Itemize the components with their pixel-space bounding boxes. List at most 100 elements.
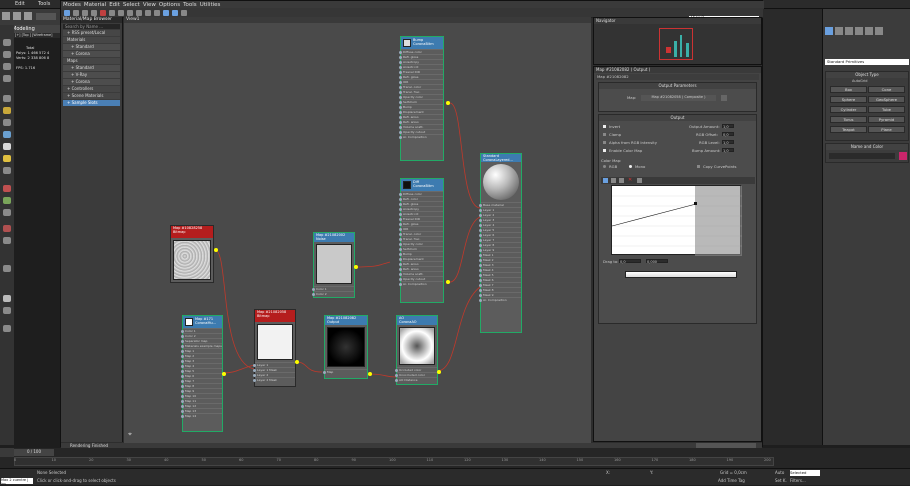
node-slot[interactable]: Map xyxy=(323,369,367,374)
create-tab-icon[interactable] xyxy=(825,27,833,35)
layout-icon[interactable] xyxy=(145,10,151,16)
show-background-icon[interactable] xyxy=(136,10,142,16)
key-set-dropdown[interactable]: Selected xyxy=(790,470,820,476)
navigator-frame[interactable] xyxy=(659,28,693,60)
particle-icon[interactable] xyxy=(3,167,11,174)
viewport-label[interactable]: [+] [Top ] [Wireframe] xyxy=(14,33,60,38)
plant-icon[interactable] xyxy=(3,197,11,204)
put-material-icon[interactable] xyxy=(82,10,88,16)
curve-line[interactable] xyxy=(611,203,697,227)
bump-amount-spinner[interactable]: 1,0 xyxy=(722,148,734,153)
rollout-output-title[interactable]: Output xyxy=(599,115,756,121)
delete-point-icon[interactable]: ✕ xyxy=(628,177,632,183)
key-filters-button[interactable]: Filters... xyxy=(790,478,806,483)
display-tab-icon[interactable] xyxy=(865,27,873,35)
sphere2-icon[interactable] xyxy=(3,295,11,302)
utilities-tab-icon[interactable] xyxy=(875,27,883,35)
alpha-rgb-checkbox[interactable] xyxy=(603,141,606,144)
browser-group[interactable]: Maps xyxy=(63,58,120,64)
assign-material-icon[interactable] xyxy=(91,10,97,16)
clamp-checkbox[interactable] xyxy=(603,133,606,136)
drag-to-x[interactable]: 0,0 xyxy=(619,259,641,264)
object-type-button[interactable]: Sphere xyxy=(830,96,867,103)
unlink-icon[interactable] xyxy=(13,12,21,20)
browser-group[interactable]: + Sample Slots xyxy=(63,100,120,106)
color-map-graph[interactable] xyxy=(611,185,742,256)
add-point-icon[interactable] xyxy=(619,178,624,183)
rotate-icon[interactable] xyxy=(3,63,11,70)
layout-children-icon[interactable] xyxy=(154,10,160,16)
node-bitmap2-output[interactable] xyxy=(295,360,299,364)
node-output-output[interactable] xyxy=(368,372,372,376)
object-name-field[interactable] xyxy=(829,153,895,159)
pick-material-icon[interactable] xyxy=(73,10,79,16)
object-type-button[interactable]: Cone xyxy=(868,86,905,93)
misc-icon[interactable] xyxy=(3,209,11,216)
object-color-swatch[interactable] xyxy=(899,152,907,160)
motion-tab-icon[interactable] xyxy=(855,27,863,35)
browser-group[interactable]: Materials xyxy=(63,37,120,43)
node-slot[interactable]: AO Distance xyxy=(395,377,437,382)
modify-tab-icon[interactable] xyxy=(835,27,843,35)
rollout-output-parameters-title[interactable]: Output Parameters xyxy=(599,83,756,89)
node-standard[interactable]: Standard CoronaLayered... Base material La… xyxy=(479,153,522,333)
select-tool-icon[interactable] xyxy=(64,10,70,16)
hierarchy-tab-icon[interactable] xyxy=(845,27,853,35)
node-slot[interactable]: Layer 2 Mask xyxy=(253,377,295,382)
menu-edit[interactable]: Edit xyxy=(109,2,120,8)
browser-group[interactable]: + Corona xyxy=(63,51,120,57)
node-output[interactable]: Map #21082082 Output Map xyxy=(323,315,368,379)
tab-modeling[interactable]: Modeling xyxy=(12,26,35,32)
menu-material[interactable]: Material xyxy=(84,2,106,8)
rgb-offset-spinner[interactable]: 0,0 xyxy=(722,132,734,137)
node-diff-output[interactable] xyxy=(446,280,450,284)
camera-icon[interactable] xyxy=(3,95,11,102)
node-diff[interactable]: Diff CoronaBitm Diffuse color Refl. color R… xyxy=(399,178,444,303)
object-type-button[interactable]: Teapot xyxy=(830,126,867,133)
node-bitmap2[interactable]: Map #21082058 Bitmap Layer 1 Layer 1 Mask L… xyxy=(253,309,296,387)
scale-point-icon[interactable] xyxy=(611,178,616,183)
render-icon[interactable] xyxy=(3,185,11,192)
grid-nav-icon[interactable]: ⌖ xyxy=(128,430,137,439)
node-bitmap1[interactable]: Map #10828258 Bitmap xyxy=(170,225,214,283)
param-map-name[interactable]: Map #21082082 xyxy=(596,74,759,80)
browser-group[interactable]: + Standard xyxy=(63,65,120,71)
link-icon[interactable] xyxy=(2,12,10,20)
scale-icon[interactable] xyxy=(3,75,11,82)
bind-icon[interactable] xyxy=(24,12,32,20)
mono-radio[interactable] xyxy=(629,165,632,168)
selection-filter[interactable] xyxy=(36,13,56,20)
auto-key-button[interactable]: Auto xyxy=(775,470,784,475)
node-noise-output[interactable] xyxy=(354,265,358,269)
move-children-icon[interactable] xyxy=(109,10,115,16)
node-ao-output[interactable] xyxy=(437,370,441,374)
curve-point[interactable] xyxy=(694,202,697,205)
layer-explorer-icon[interactable] xyxy=(0,448,14,457)
map-pick-icon[interactable] xyxy=(721,95,727,101)
node-mixmap-output[interactable] xyxy=(222,372,226,376)
move-point-icon[interactable] xyxy=(603,178,608,183)
menu-select[interactable]: Select xyxy=(123,2,140,8)
maxscript-listener[interactable]: Max 2 cuentre | ins xyxy=(1,478,33,486)
node-slot[interactable]: Map 14 xyxy=(181,413,222,418)
move-icon[interactable] xyxy=(3,51,11,58)
frame-slider[interactable]: 0 / 100 xyxy=(14,449,54,456)
name-color-title[interactable]: Name and Color xyxy=(826,144,908,150)
rgb-radio[interactable] xyxy=(603,165,606,168)
output-amount-spinner[interactable]: 1,0 xyxy=(722,124,734,129)
node-mixmap[interactable]: Map #171 CoronaMu... Color 1 Color 2 Separa… xyxy=(181,315,223,432)
set-key-button[interactable]: Set K. xyxy=(775,478,787,483)
browser-group[interactable]: + Controllers xyxy=(63,86,120,92)
object-type-button[interactable]: Plane xyxy=(868,126,905,133)
node-bump-output[interactable] xyxy=(446,101,450,105)
sun-icon[interactable] xyxy=(3,155,11,162)
object-type-button[interactable]: GeoSphere xyxy=(868,96,905,103)
add-time-tag[interactable]: Add Time Tag xyxy=(718,478,745,483)
hide-icon[interactable] xyxy=(3,265,11,272)
map-button[interactable]: Map #21082058 ( Composite ) xyxy=(641,95,716,101)
object-type-button[interactable]: Cylinder xyxy=(830,106,867,113)
menu-options[interactable]: Options xyxy=(159,2,180,8)
object-type-button[interactable]: Box xyxy=(830,86,867,93)
autogrid-label[interactable]: AutoGrid xyxy=(852,79,867,83)
node-ao[interactable]: AO CoronaAO Occluded color Unoccluded colo… xyxy=(395,315,438,385)
